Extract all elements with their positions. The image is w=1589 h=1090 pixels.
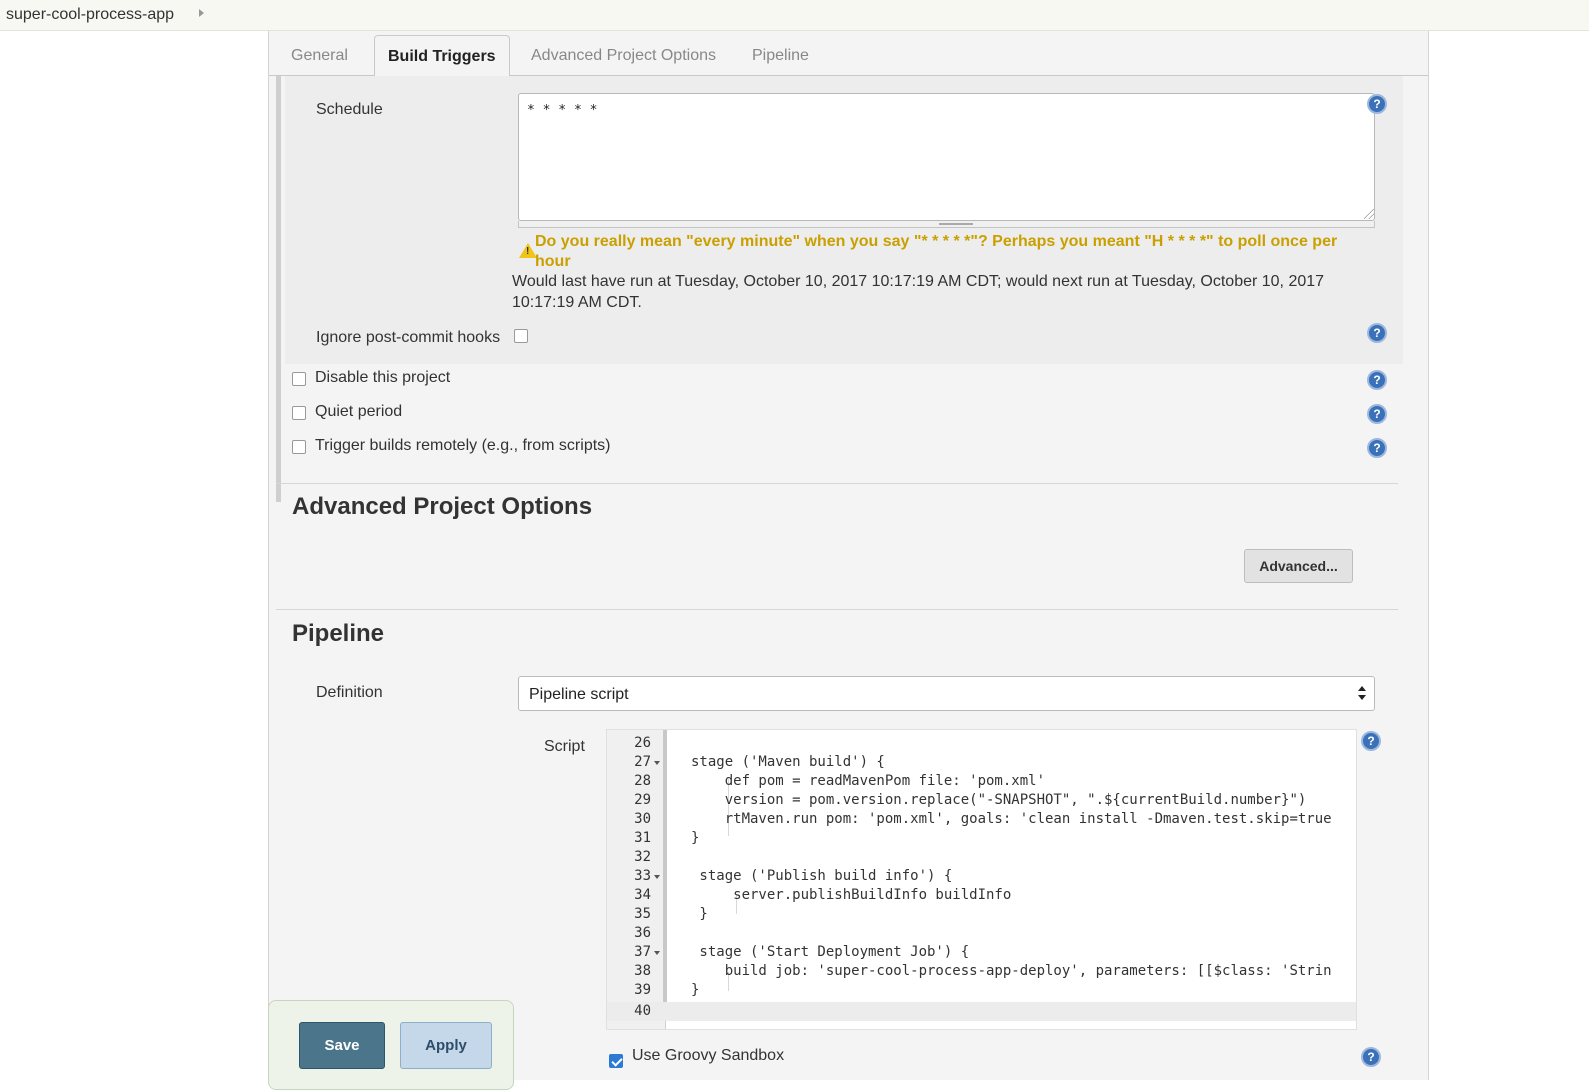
advanced-section-title: Advanced Project Options bbox=[292, 493, 593, 520]
section-divider bbox=[276, 483, 1398, 484]
quiet-period-checkbox[interactable] bbox=[292, 406, 306, 420]
warning-mark: ! bbox=[526, 246, 530, 257]
fold-arrow-icon[interactable] bbox=[654, 951, 660, 955]
code-text: stage ('Publish build info') { bbox=[691, 868, 953, 884]
code-line: 31} bbox=[607, 829, 1356, 848]
disable-project-label: Disable this project bbox=[315, 369, 451, 386]
line-number: 40 bbox=[634, 1003, 651, 1019]
fold-arrow-icon[interactable] bbox=[654, 875, 660, 879]
line-number: 35 bbox=[634, 906, 651, 922]
advanced-button[interactable]: Advanced... bbox=[1244, 549, 1353, 583]
tab-build-triggers[interactable]: Build Triggers bbox=[374, 35, 510, 77]
code-text: } bbox=[691, 830, 700, 846]
quiet-period-label: Quiet period bbox=[315, 403, 403, 420]
code-line: 32 bbox=[607, 848, 1356, 867]
code-text: build job: 'super-cool-process-app-deplo… bbox=[691, 963, 1332, 979]
line-number: 37 bbox=[634, 944, 651, 960]
section-indent-bar bbox=[276, 76, 281, 502]
line-number: 33 bbox=[634, 868, 651, 884]
fold-arrow-icon[interactable] bbox=[654, 761, 660, 765]
line-number: 29 bbox=[634, 792, 651, 808]
line-number: 32 bbox=[634, 849, 651, 865]
line-number: 28 bbox=[634, 773, 651, 789]
groovy-sandbox-checkbox[interactable] bbox=[609, 1054, 623, 1068]
line-number: 30 bbox=[634, 811, 651, 827]
ignore-hooks-help-icon[interactable]: ? bbox=[1367, 323, 1387, 343]
code-line: 37 stage ('Start Deployment Job') { bbox=[607, 943, 1356, 962]
section-divider bbox=[276, 609, 1398, 610]
script-editor[interactable]: 26 27 stage ('Maven build') { 28 def pom … bbox=[606, 729, 1357, 1030]
code-line: 39} bbox=[607, 981, 1356, 1000]
bottom-action-bar: Save Apply bbox=[268, 1000, 514, 1090]
code-line: 34 server.publishBuildInfo buildInfo bbox=[607, 886, 1356, 905]
line-number: 31 bbox=[634, 830, 651, 846]
line-number: 27 bbox=[634, 754, 651, 770]
trigger-remote-checkbox[interactable] bbox=[292, 440, 306, 454]
code-line: 29 version = pom.version.replace("-SNAPS… bbox=[607, 791, 1356, 810]
trigger-remote-label: Trigger builds remotely (e.g., from scri… bbox=[315, 437, 611, 454]
definition-select[interactable]: Pipeline script bbox=[518, 676, 1375, 711]
save-button[interactable]: Save bbox=[299, 1022, 385, 1069]
line-number: 26 bbox=[634, 735, 651, 751]
groovy-sandbox-help-icon[interactable]: ? bbox=[1361, 1047, 1381, 1067]
definition-label: Definition bbox=[316, 684, 383, 701]
breadcrumb-bar: super-cool-process-app bbox=[0, 0, 1589, 31]
grip-icon bbox=[939, 223, 973, 225]
schedule-info: Would last have run at Tuesday, October … bbox=[512, 273, 1325, 311]
code-text: def pom = readMavenPom file: 'pom.xml' bbox=[691, 773, 1046, 789]
tab-advanced-project-options[interactable]: Advanced Project Options bbox=[531, 47, 716, 65]
apply-button[interactable]: Apply bbox=[400, 1022, 492, 1069]
config-panel: General Build Triggers Advanced Project … bbox=[268, 31, 1429, 1080]
disable-project-help-icon[interactable]: ? bbox=[1367, 370, 1387, 390]
select-arrows-icon bbox=[1358, 686, 1366, 702]
code-line-active: 40 bbox=[607, 1002, 1356, 1021]
trigger-remote-help-icon[interactable]: ? bbox=[1367, 438, 1387, 458]
code-line: 33 stage ('Publish build info') { bbox=[607, 867, 1356, 886]
ignore-hooks-label: Ignore post-commit hooks bbox=[316, 329, 501, 346]
code-text: } bbox=[691, 982, 700, 998]
line-number: 36 bbox=[634, 925, 651, 941]
schedule-label: Schedule bbox=[316, 101, 383, 118]
definition-select-value: Pipeline script bbox=[529, 686, 629, 703]
groovy-sandbox-label: Use Groovy Sandbox bbox=[632, 1047, 785, 1064]
line-number: 39 bbox=[634, 982, 651, 998]
line-number: 38 bbox=[634, 963, 651, 979]
resize-corner-icon[interactable] bbox=[1364, 209, 1374, 219]
schedule-warning: Do you really mean "every minute" when y… bbox=[535, 233, 1338, 270]
code-text: stage ('Maven build') { bbox=[691, 754, 885, 770]
code-line: 35 } bbox=[607, 905, 1356, 924]
breadcrumb-project-link[interactable]: super-cool-process-app bbox=[6, 6, 174, 24]
code-text: version = pom.version.replace("-SNAPSHOT… bbox=[691, 792, 1307, 808]
tab-general[interactable]: General bbox=[291, 47, 348, 65]
breadcrumb-arrow-icon[interactable] bbox=[199, 9, 204, 17]
tab-pipeline[interactable]: Pipeline bbox=[752, 47, 809, 65]
pipeline-section-title: Pipeline bbox=[292, 620, 385, 647]
schedule-help-icon[interactable]: ? bbox=[1367, 94, 1387, 114]
code-text: rtMaven.run pom: 'pom.xml', goals: 'clea… bbox=[691, 811, 1332, 827]
script-label: Script bbox=[544, 738, 585, 755]
code-text: server.publishBuildInfo buildInfo bbox=[691, 887, 1012, 903]
code-line: 27 stage ('Maven build') { bbox=[607, 753, 1356, 772]
textarea-resize-bar[interactable] bbox=[518, 221, 1375, 228]
code-line: 30 rtMaven.run pom: 'pom.xml', goals: 'c… bbox=[607, 810, 1356, 829]
code-text: } bbox=[691, 906, 708, 922]
ignore-hooks-checkbox[interactable] bbox=[514, 329, 528, 343]
line-number: 34 bbox=[634, 887, 651, 903]
quiet-period-help-icon[interactable]: ? bbox=[1367, 404, 1387, 424]
code-line: 36 bbox=[607, 924, 1356, 943]
code-line: 26 bbox=[607, 734, 1356, 753]
disable-project-checkbox[interactable] bbox=[292, 372, 306, 386]
code-text: stage ('Start Deployment Job') { bbox=[691, 944, 970, 960]
config-tabs: General Build Triggers Advanced Project … bbox=[269, 31, 1428, 77]
schedule-textarea[interactable]: * * * * * bbox=[518, 93, 1375, 221]
code-line: 38 build job: 'super-cool-process-app-de… bbox=[607, 962, 1356, 981]
code-line: 28 def pom = readMavenPom file: 'pom.xml… bbox=[607, 772, 1356, 791]
script-help-icon[interactable]: ? bbox=[1361, 731, 1381, 751]
